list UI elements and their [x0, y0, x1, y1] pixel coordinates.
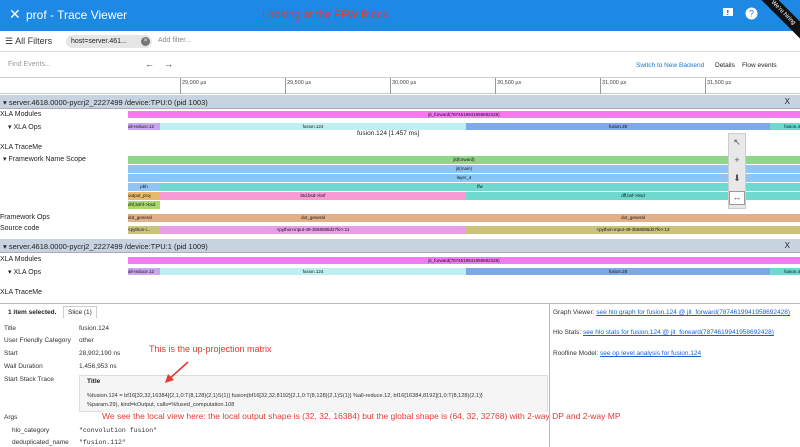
flow-events-button[interactable]: Flow events: [742, 62, 777, 69]
tab-slice[interactable]: Slice (1): [63, 306, 97, 318]
close-process-button[interactable]: X: [785, 241, 790, 250]
bar-fusion-124[interactable]: fusion.124: [160, 123, 466, 130]
bar-btd-bsd-bsf[interactable]: btd,bsd->bsf: [160, 192, 466, 200]
row-label-xla-modules: XLA Modules: [0, 111, 42, 118]
field-title-key: Title: [4, 325, 17, 332]
bar-fusion-28[interactable]: fusion.28: [466, 123, 770, 130]
find-prev-button[interactable]: ←: [145, 59, 154, 69]
ruler-tick: 29,000 µs: [182, 80, 207, 86]
trace-toolbar: ↖ + ⬇ ↔: [728, 133, 746, 209]
bar-jit-forward[interactable]: jit(forward): [128, 156, 800, 164]
ruler-tick: 31,000 µs: [602, 80, 627, 86]
bar-layer-4[interactable]: layer_4: [128, 174, 800, 182]
ruler-tick: 31,500 µs: [707, 80, 732, 86]
field-start-key: Start: [4, 350, 18, 357]
row-label-source-code: Source code: [0, 225, 40, 232]
bar-output-proj[interactable]: output_proj: [128, 192, 160, 200]
app-bar: ✕ prof - Trace Viewer Looking at the FFW…: [0, 0, 800, 40]
timing-icon[interactable]: ↔: [729, 191, 745, 205]
svg-text:?: ?: [749, 9, 754, 19]
all-filters-button[interactable]: ☰ All Filters: [5, 36, 52, 47]
row-label-xla-ops: ▾ XLA Ops: [8, 269, 42, 276]
find-next-button[interactable]: →: [164, 59, 173, 69]
hlo-category-value: "convolution fusion": [79, 427, 158, 434]
bar-fusion-4[interactable]: fusion.4: [770, 123, 800, 130]
ruler-tick: 29,500 µs: [287, 80, 312, 86]
switch-backend-button[interactable]: Switch to New Backend: [636, 62, 704, 69]
dedup-name-key: deduplicated_name: [12, 439, 69, 446]
bar-dff-bsf-bsd[interactable]: dff,bsf->bsd: [466, 192, 800, 200]
bar-all-reduce[interactable]: all-reduce.12: [128, 268, 160, 275]
bar-source-code[interactable]: <python-i...: [128, 226, 160, 234]
details-button[interactable]: Details: [715, 62, 735, 69]
field-start-value: 28,902,190 ns: [79, 350, 121, 357]
time-ruler: 29,000 µs 29,500 µs 30,000 µs 30,500 µs …: [0, 78, 800, 94]
row-label-xla-traceme: XLA TraceMe: [0, 289, 43, 296]
annotation-arrow-icon: [165, 361, 189, 383]
ruler-tick: 30,000 µs: [392, 80, 417, 86]
row-label-xla-traceme: XLA TraceMe: [0, 144, 43, 151]
hlo-stats-link[interactable]: see hlo stats for fusion.124 @ jit_forwa…: [583, 329, 774, 336]
details-panel: 1 item selected. Slice (1) Title fusion.…: [0, 303, 800, 447]
annotation-local-view: We see the local view here: the local ou…: [102, 411, 621, 421]
chip-close-icon[interactable]: ×: [141, 37, 150, 46]
dedup-name-value: "fusion.112": [79, 439, 126, 446]
field-wall-value: 1,456,953 ns: [79, 363, 117, 370]
stack-title-header: Title: [87, 378, 101, 385]
graph-viewer-link-row: Graph Viewer: see hlo graph for fusion.1…: [553, 309, 791, 316]
bar-dhf-bshf-bsd[interactable]: dhf,bshf->bsd: [128, 201, 160, 209]
bar-dot-general[interactable]: dot_general: [160, 214, 466, 222]
pan-icon[interactable]: ⬇: [729, 173, 745, 187]
bar-pbh[interactable]: pbh: [128, 183, 160, 191]
feedback-icon[interactable]: [722, 7, 736, 21]
bar-dot-general[interactable]: dot_general: [128, 214, 160, 222]
stack-trace-box: Title %fusion.124 = bf16[32,32,16384]{2,…: [79, 375, 548, 412]
hlo-stats-link-row: Hlo Stats: see hlo stats for fusion.124 …: [553, 329, 774, 336]
bar-dot-general[interactable]: dot_general: [466, 214, 800, 222]
help-icon[interactable]: ?: [745, 7, 759, 21]
row-label-xla-modules: XLA Modules: [0, 256, 42, 263]
field-wall-key: Wall Duration: [4, 363, 43, 370]
bar-fusion-124[interactable]: fusion.124: [160, 268, 466, 275]
roofline-link-row: Roofline Model: see op level analysis fo…: [553, 350, 702, 357]
zoom-in-icon[interactable]: +: [729, 155, 745, 169]
field-category-value: other: [79, 337, 94, 344]
find-toolbar: Find Events... ← → Switch to New Backend…: [0, 52, 800, 78]
bar-all-reduce[interactable]: all-reduce.12: [128, 123, 160, 130]
bar-xla-module[interactable]: jit_forward(7874619941958692428): [128, 257, 800, 264]
bar-fusion-4[interactable]: fusion.4: [770, 268, 800, 275]
bar-ffw[interactable]: ffw: [160, 183, 800, 191]
bar-xla-module[interactable]: jit_forward(7874619941958692428): [128, 111, 800, 118]
process-header-tpu1[interactable]: ▾ server.4618.0000-pycrj2_2227499 /devic…: [0, 239, 800, 253]
hlo-category-key: hlo_category: [12, 427, 50, 434]
bar-fusion-28[interactable]: fusion.28: [466, 268, 770, 275]
row-label-xla-ops: ▾ XLA Ops: [8, 124, 42, 131]
annotation-ffw: Looking at the FFW Block: [262, 9, 388, 21]
args-key: Args: [4, 414, 18, 421]
field-title-value: fusion.124: [79, 325, 109, 332]
close-process-button[interactable]: X: [785, 97, 790, 106]
bar-source-code[interactable]: <python-input-49-3b58086d27fe>:11: [160, 226, 466, 234]
row-label-framework-ops: Framework Ops: [0, 214, 50, 221]
bar-jit-main[interactable]: jit(main): [128, 165, 800, 173]
add-filter-input[interactable]: Add filter...: [158, 37, 191, 44]
row-label-framework-scope: ▾ Framework Name Scope: [3, 156, 86, 163]
find-events-input[interactable]: Find Events...: [8, 61, 51, 68]
process-header-tpu0[interactable]: ▾ server.4618.0000-pycrj2_2227499 /devic…: [0, 95, 800, 109]
xprof-logo-icon[interactable]: ✕: [9, 6, 21, 23]
filter-bar: ☰ All Filters host=server.461... × Add f…: [0, 31, 800, 52]
app-title: prof - Trace Viewer: [26, 8, 128, 22]
bar-source-code[interactable]: <python-input-49-3b58086d27fe>:13: [466, 226, 800, 234]
graph-viewer-link[interactable]: see hlo graph for fusion.124 @ jit_forwa…: [596, 309, 790, 316]
select-cursor-icon[interactable]: ↖: [729, 137, 745, 151]
selected-count: 1 item selected.: [8, 309, 57, 316]
field-category-key: User Friendly Category: [4, 337, 71, 344]
roofline-link[interactable]: see op level analysis for fusion.124: [600, 350, 701, 357]
annotation-upproj: This is the up-projection matrix: [149, 344, 272, 354]
hover-tooltip: fusion.124 [1.457 ms]: [355, 130, 422, 137]
ruler-tick: 30,500 µs: [497, 80, 522, 86]
filter-chip-host[interactable]: host=server.461... ×: [66, 35, 152, 48]
field-stack-key: Start Stack Trace: [4, 376, 54, 383]
stack-trace-text: %fusion.124 = bf16[32,32,16384]{2,1,0:T(…: [87, 393, 483, 408]
